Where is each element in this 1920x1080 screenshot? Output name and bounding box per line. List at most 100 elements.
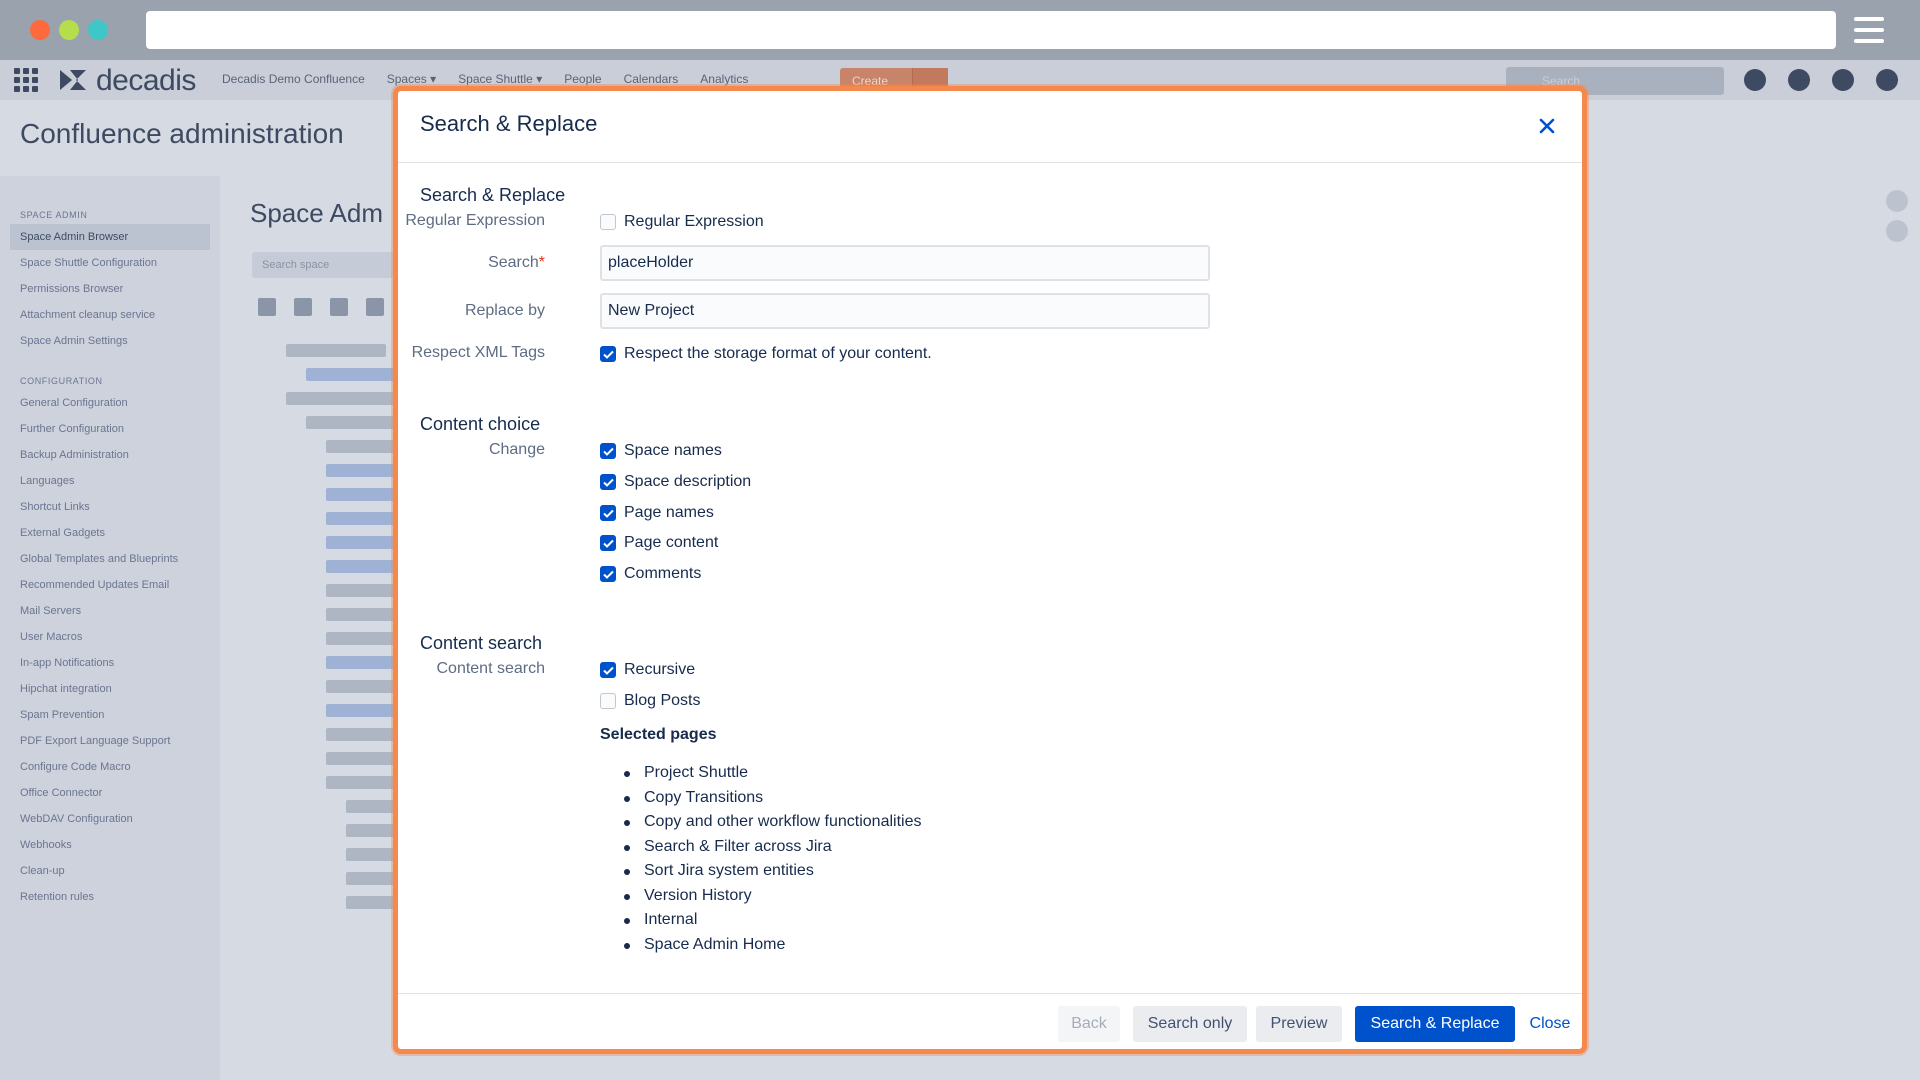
- tree-row[interactable]: [256, 818, 396, 842]
- sidebar-item[interactable]: PDF Export Language Support: [0, 728, 220, 754]
- window-close-dot[interactable]: [30, 20, 50, 40]
- refresh-icon[interactable]: [258, 298, 276, 316]
- preview-button[interactable]: Preview: [1256, 1006, 1342, 1042]
- list-item: Copy and other workflow functionalities: [623, 810, 921, 835]
- option-page-names[interactable]: Page names: [600, 503, 714, 523]
- tree-row[interactable]: [256, 722, 396, 746]
- xml-tags-option[interactable]: Respect the storage format of your conte…: [600, 344, 932, 364]
- tree-row[interactable]: [256, 674, 396, 698]
- recursive-checkbox[interactable]: [600, 662, 616, 678]
- regex-option[interactable]: Regular Expression: [600, 212, 764, 232]
- sidebar-item[interactable]: Spam Prevention: [0, 702, 220, 728]
- window-minimize-dot[interactable]: [59, 20, 79, 40]
- nav-item-analytics[interactable]: Analytics: [700, 72, 748, 86]
- sidebar-item[interactable]: External Gadgets: [0, 520, 220, 546]
- nav-item-calendars[interactable]: Calendars: [624, 72, 679, 86]
- dialog-body: Search & Replace Regular Expression Regu…: [398, 163, 1582, 993]
- page-names-checkbox[interactable]: [600, 505, 616, 521]
- tree-row[interactable]: [256, 626, 396, 650]
- app-switcher-icon[interactable]: [14, 68, 40, 92]
- window-maximize-dot[interactable]: [88, 20, 108, 40]
- search-input[interactable]: [600, 245, 1210, 281]
- nav-item-site[interactable]: Decadis Demo Confluence: [222, 72, 365, 86]
- xml-tags-checkbox[interactable]: [600, 346, 616, 362]
- tree-row[interactable]: [256, 698, 396, 722]
- option-space-description[interactable]: Space description: [600, 472, 751, 492]
- sidebar-item[interactable]: Backup Administration: [0, 442, 220, 468]
- sidebar-item[interactable]: Shortcut Links: [0, 494, 220, 520]
- tree-row[interactable]: [256, 746, 396, 770]
- tree-row[interactable]: [256, 602, 396, 626]
- collapse-panel-icon[interactable]: [1886, 220, 1908, 242]
- tree-row[interactable]: [256, 554, 396, 578]
- search-only-button[interactable]: Search only: [1133, 1006, 1247, 1042]
- tree-row[interactable]: [256, 506, 396, 530]
- page-icon[interactable]: [294, 298, 312, 316]
- sidebar-item[interactable]: Space Admin Settings: [0, 328, 220, 354]
- sidebar-item[interactable]: Webhooks: [0, 832, 220, 858]
- sidebar-item[interactable]: User Macros: [0, 624, 220, 650]
- tree-row[interactable]: [256, 650, 396, 674]
- option-comments[interactable]: Comments: [600, 564, 701, 584]
- space-description-checkbox[interactable]: [600, 474, 616, 490]
- sidebar-item[interactable]: Attachment cleanup service: [0, 302, 220, 328]
- sidebar-item[interactable]: Clean-up: [0, 858, 220, 884]
- tree-row[interactable]: [256, 842, 396, 866]
- help-panel-toggle-icon[interactable]: [1886, 190, 1908, 212]
- tree-row[interactable]: [256, 410, 396, 434]
- sidebar-item[interactable]: Office Connector: [0, 780, 220, 806]
- tree-row[interactable]: [256, 482, 396, 506]
- sidebar-item[interactable]: Retention rules: [0, 884, 220, 910]
- tree-row[interactable]: [256, 386, 396, 410]
- tree-row[interactable]: [256, 458, 396, 482]
- search-replace-button[interactable]: Search & Replace: [1355, 1006, 1515, 1042]
- blog-posts-checkbox[interactable]: [600, 693, 616, 709]
- space-search-input[interactable]: Search space: [252, 252, 412, 278]
- profile-icon[interactable]: [1876, 69, 1898, 91]
- tree-row[interactable]: [256, 770, 396, 794]
- sidebar-item[interactable]: Languages: [0, 468, 220, 494]
- sidebar-item[interactable]: Permissions Browser: [0, 276, 220, 302]
- address-bar[interactable]: [146, 11, 1836, 49]
- option-page-content[interactable]: Page content: [600, 533, 718, 553]
- regex-checkbox[interactable]: [600, 214, 616, 230]
- sidebar-item[interactable]: Recommended Updates Email: [0, 572, 220, 598]
- option-recursive[interactable]: Recursive: [600, 660, 695, 680]
- export-icon[interactable]: [330, 298, 348, 316]
- sidebar-item[interactable]: Further Configuration: [0, 416, 220, 442]
- tree-row[interactable]: [256, 866, 396, 890]
- notifications-icon[interactable]: [1832, 69, 1854, 91]
- nav-item-spaces[interactable]: Spaces ▾: [387, 72, 436, 86]
- tree-row[interactable]: [256, 338, 396, 362]
- sidebar-item[interactable]: Hipchat integration: [0, 676, 220, 702]
- space-names-checkbox[interactable]: [600, 443, 616, 459]
- settings-icon[interactable]: [1788, 69, 1810, 91]
- option-blog-posts[interactable]: Blog Posts: [600, 691, 700, 711]
- back-button[interactable]: Back: [1058, 1006, 1120, 1042]
- sidebar-item[interactable]: Mail Servers: [0, 598, 220, 624]
- help-icon[interactable]: [1744, 69, 1766, 91]
- replace-input[interactable]: [600, 293, 1210, 329]
- sidebar-item[interactable]: Global Templates and Blueprints: [0, 546, 220, 572]
- sidebar-item[interactable]: Configure Code Macro: [0, 754, 220, 780]
- tree-row[interactable]: [256, 578, 396, 602]
- close-icon[interactable]: [1536, 115, 1558, 137]
- sidebar-item[interactable]: General Configuration: [0, 390, 220, 416]
- close-button[interactable]: Close: [1520, 1006, 1580, 1042]
- sidebar-item[interactable]: In-app Notifications: [0, 650, 220, 676]
- sidebar-item[interactable]: WebDAV Configuration: [0, 806, 220, 832]
- tool-icon[interactable]: [366, 298, 384, 316]
- tree-row[interactable]: [256, 530, 396, 554]
- sidebar-item[interactable]: Space Admin Browser: [10, 224, 210, 250]
- tree-row[interactable]: [256, 434, 396, 458]
- page-content-checkbox[interactable]: [600, 535, 616, 551]
- option-space-names[interactable]: Space names: [600, 441, 722, 461]
- tree-row[interactable]: [256, 362, 396, 386]
- nav-item-people[interactable]: People: [564, 72, 601, 86]
- tree-row[interactable]: [256, 794, 396, 818]
- nav-item-space-shuttle[interactable]: Space Shuttle ▾: [458, 72, 542, 86]
- sidebar-item[interactable]: Space Shuttle Configuration: [0, 250, 220, 276]
- tree-row[interactable]: [256, 890, 396, 914]
- comments-checkbox[interactable]: [600, 566, 616, 582]
- menu-icon[interactable]: [1854, 17, 1884, 43]
